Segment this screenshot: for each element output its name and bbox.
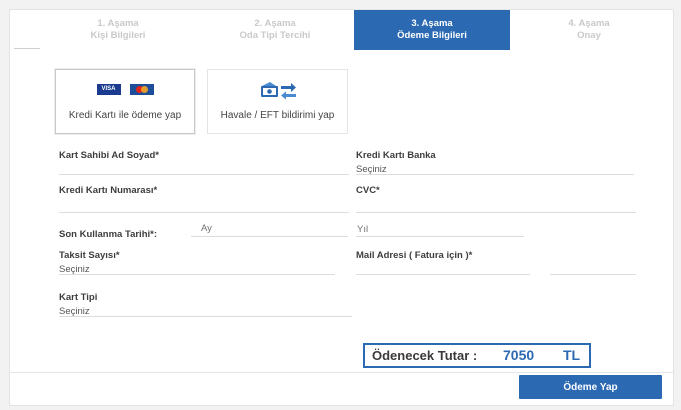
card-bank-field[interactable]: Kredi Kartı Banka Seçiniz: [356, 150, 436, 175]
step-2-subtitle: Oda Tipi Tercihi: [239, 30, 311, 41]
step-2[interactable]: 2. Aşama Oda Tipi Tercihi: [197, 10, 353, 50]
step-1-subtitle: Kişi Bilgileri: [90, 30, 146, 41]
eft-payment-option[interactable]: Havale / EFT bildirimi yap: [207, 69, 348, 134]
card-number-input[interactable]: [59, 212, 349, 213]
step-4[interactable]: 4. Aşama Onay: [511, 10, 667, 50]
expiry-label: Son Kullanma Tarihi*:: [59, 229, 158, 240]
eft-option-label: Havale / EFT bildirimi yap: [220, 110, 335, 121]
card-bank-underline: [356, 174, 634, 175]
credit-card-option-label: Kredi Kartı ile ödeme yap: [68, 110, 182, 121]
installments-label: Taksit Sayısı*: [59, 250, 120, 261]
expiry-month-placeholder: Ay: [201, 223, 212, 234]
step-4-subtitle: Onay: [577, 30, 601, 41]
step-underline: [14, 48, 40, 49]
step-3-title: 3. Aşama: [411, 18, 453, 29]
footer-divider: [10, 372, 673, 373]
total-label: Ödenecek Tutar :: [372, 348, 478, 363]
card-type-field[interactable]: Kart Tipi Seçiniz: [59, 292, 97, 317]
step-2-title: 2. Aşama: [254, 18, 296, 29]
card-holder-field[interactable]: Kart Sahibi Ad Soyad*: [59, 150, 159, 161]
card-holder-label: Kart Sahibi Ad Soyad*: [59, 150, 159, 161]
cvc-label: CVC*: [356, 185, 380, 196]
step-1[interactable]: 1. Aşama Kişi Bilgileri: [40, 10, 196, 50]
expiry-month-input[interactable]: Ay: [201, 223, 212, 234]
card-number-field[interactable]: Kredi Kartı Numarası*: [59, 185, 157, 196]
card-holder-input[interactable]: [59, 174, 349, 175]
installments-underline: [59, 274, 335, 275]
card-type-underline: [59, 316, 352, 317]
step-3[interactable]: 3. Aşama Ödeme Bilgileri: [354, 10, 510, 50]
card-brand-icons: VISA: [56, 84, 194, 95]
step-1-title: 1. Aşama: [97, 18, 139, 29]
installments-field[interactable]: Taksit Sayısı* Seçiniz: [59, 250, 120, 275]
mastercard-icon: [129, 84, 154, 95]
bank-transfer-icon: [208, 81, 347, 104]
payment-panel: 1. Aşama Kişi Bilgileri 2. Aşama Oda Tip…: [9, 9, 674, 406]
card-type-label: Kart Tipi: [59, 292, 98, 303]
total-currency: TL: [563, 347, 581, 363]
step-3-subtitle: Ödeme Bilgileri: [397, 30, 467, 41]
expiry-month-underline: [191, 236, 348, 237]
total-amount-box: Ödenecek Tutar : 7050 TL: [363, 343, 591, 368]
credit-card-payment-option[interactable]: VISA Kredi Kartı ile ödeme yap: [55, 69, 195, 134]
mail-field[interactable]: Mail Adresi ( Fatura için )*: [356, 250, 472, 261]
expiry-year-underline: [356, 236, 524, 237]
step-4-title: 4. Aşama: [568, 18, 610, 29]
cvc-field[interactable]: CVC*: [356, 185, 380, 196]
mail-input-extra[interactable]: [550, 274, 636, 275]
card-bank-label: Kredi Kartı Banka: [356, 150, 436, 161]
card-number-label: Kredi Kartı Numarası*: [59, 185, 158, 196]
pay-button[interactable]: Ödeme Yap: [519, 375, 662, 399]
expiry-field: Son Kullanma Tarihi*:: [59, 229, 157, 240]
step-indicator: 1. Aşama Kişi Bilgileri 2. Aşama Oda Tip…: [10, 10, 673, 52]
total-amount: 7050: [503, 347, 535, 363]
cvc-input[interactable]: [356, 212, 636, 213]
expiry-year-input[interactable]: Yıl: [357, 224, 368, 235]
mail-input[interactable]: [356, 274, 530, 275]
expiry-year-placeholder: Yıl: [357, 224, 369, 235]
mail-label: Mail Adresi ( Fatura için )*: [356, 250, 473, 261]
visa-icon: VISA: [96, 84, 121, 95]
